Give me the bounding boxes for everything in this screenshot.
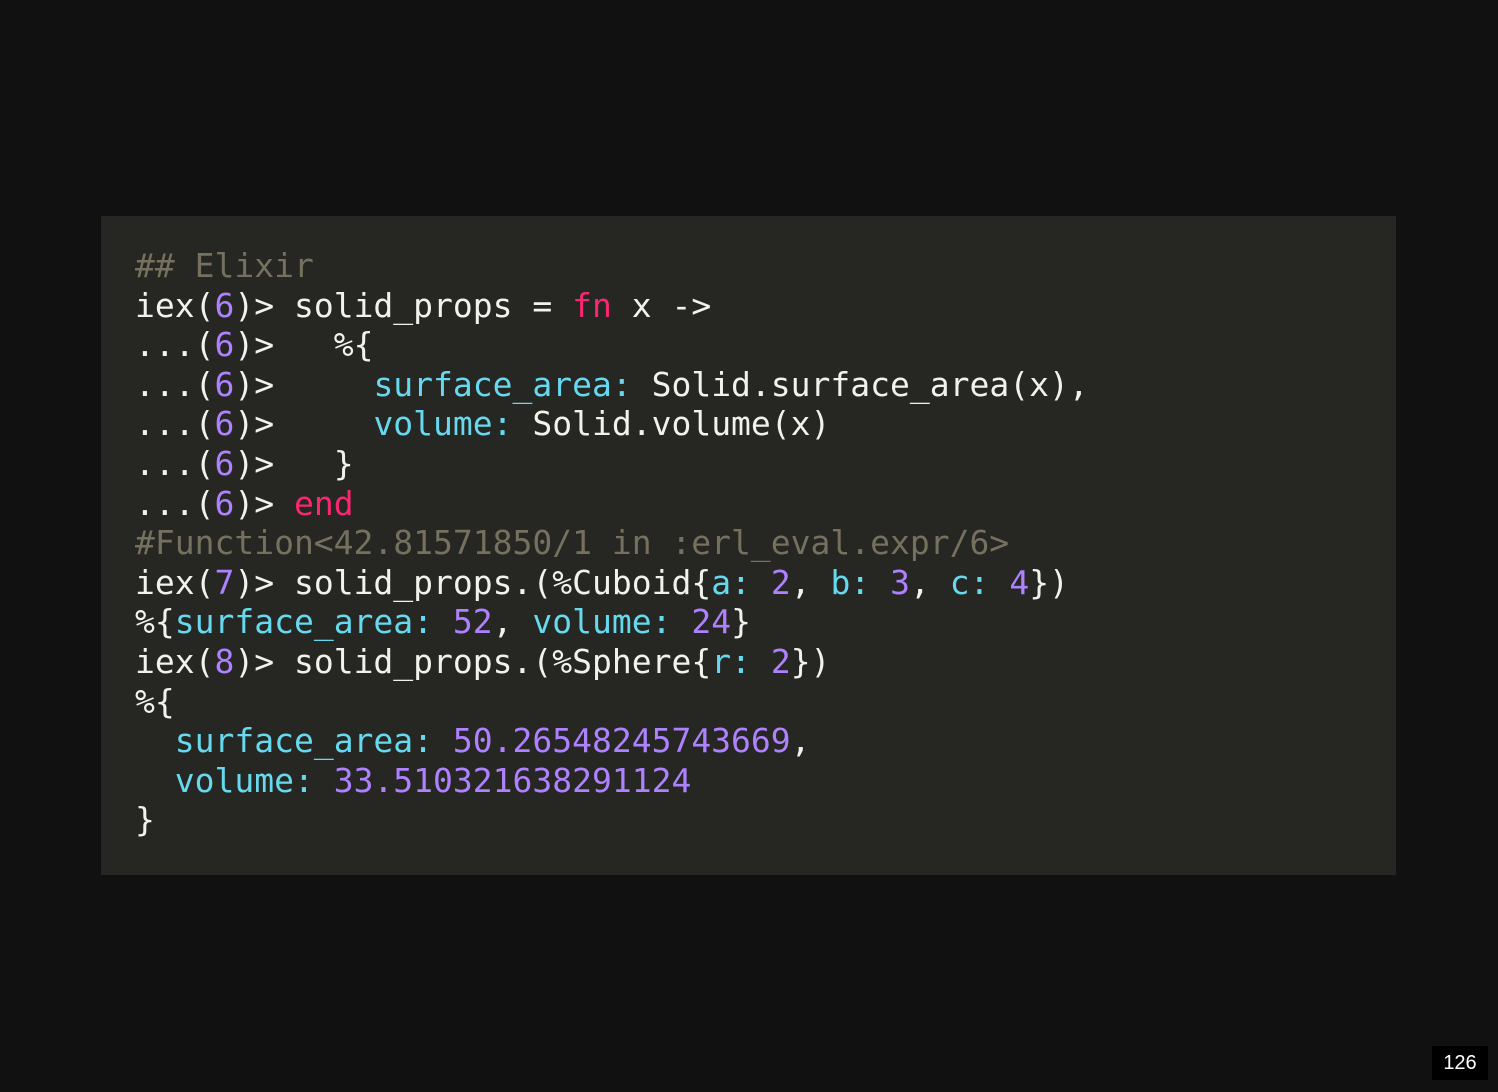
code-atom-key: volume:	[532, 602, 672, 642]
code-text: ...(	[135, 325, 215, 365]
code-text: iex(	[135, 641, 215, 681]
code-line: iex(6)> solid_props = fn x ->	[135, 286, 1396, 326]
code-text: )>	[234, 483, 294, 523]
code-keyword: end	[293, 483, 354, 523]
code-block: ## Elixir iex(6)> solid_props = fn x ->..…	[101, 216, 1396, 875]
code-number: 6	[214, 443, 235, 483]
code-text: }	[731, 602, 751, 642]
code-line: %{surface_area: 52, volume: 24}	[135, 602, 1396, 642]
code-line: }	[135, 800, 1396, 840]
code-line: ## Elixir	[135, 246, 1396, 286]
code-text: )> %{	[234, 325, 374, 365]
code-text: x ->	[611, 285, 712, 325]
code-text: )> solid_props.(%Cuboid{	[234, 562, 712, 602]
code-atom-key: volume:	[174, 760, 314, 800]
code-number: 2	[770, 562, 791, 602]
code-number: 6	[214, 364, 235, 404]
code-lines: ## Elixir iex(6)> solid_props = fn x ->..…	[135, 246, 1396, 840]
code-text: })	[1029, 562, 1069, 602]
code-number: 52	[452, 602, 493, 642]
code-text: %{	[135, 602, 175, 642]
code-atom-key: b:	[830, 562, 871, 602]
code-number: 6	[214, 483, 235, 523]
code-number: 8	[214, 641, 235, 681]
code-keyword: fn	[572, 285, 612, 325]
code-line: volume: 33.510321638291124	[135, 761, 1396, 801]
code-number: 3	[890, 562, 910, 602]
code-text: })	[790, 641, 831, 681]
code-number: 6	[214, 325, 235, 365]
code-text: ,	[790, 562, 831, 602]
code-text: Solid.volume(x)	[512, 404, 831, 444]
code-line: %{	[135, 682, 1396, 722]
code-line: ...(6)> surface_area: Solid.surface_area…	[135, 365, 1396, 405]
code-number: 33.510321638291124	[333, 760, 692, 800]
code-line: surface_area: 50.26548245743669,	[135, 721, 1396, 761]
code-atom-key: c:	[949, 562, 990, 602]
code-text: ...(	[135, 483, 215, 523]
code-text: ...(	[135, 443, 215, 483]
code-number: 24	[691, 602, 732, 642]
code-text: iex(	[135, 562, 215, 602]
code-line: ...(6)> }	[135, 444, 1396, 484]
code-line: ...(6)> %{	[135, 325, 1396, 365]
code-atom-key: surface_area:	[174, 721, 434, 761]
code-line: ...(6)> end	[135, 484, 1396, 524]
code-number: 6	[214, 404, 235, 444]
code-comment: #Function<42.81571850/1 in :erl_eval.exp…	[135, 523, 1010, 563]
code-text: )>	[234, 364, 374, 404]
code-text: )> solid_props.(%Sphere{	[234, 641, 712, 681]
code-number: 50.26548245743669	[452, 721, 791, 761]
page-number: 126	[1432, 1046, 1488, 1080]
code-number: 6	[214, 285, 235, 325]
code-line: #Function<42.81571850/1 in :erl_eval.exp…	[135, 523, 1396, 563]
code-text: ...(	[135, 364, 215, 404]
code-number: 7	[214, 562, 235, 602]
code-text: )>	[234, 404, 374, 444]
code-text: ,	[492, 602, 533, 642]
code-text: ,	[909, 562, 950, 602]
code-text: %{	[135, 681, 175, 721]
code-line: iex(8)> solid_props.(%Sphere{r: 2})	[135, 642, 1396, 682]
code-text: iex(	[135, 285, 215, 325]
code-atom-key: a:	[711, 562, 751, 602]
code-atom-key: surface_area:	[174, 602, 434, 642]
code-atom-key: r:	[711, 641, 751, 681]
code-text: )> }	[234, 443, 354, 483]
code-text: Solid.surface_area(x),	[631, 364, 1089, 404]
code-atom-key: volume:	[373, 404, 513, 444]
code-line: iex(7)> solid_props.(%Cuboid{a: 2, b: 3,…	[135, 563, 1396, 603]
code-number: 4	[1009, 562, 1030, 602]
code-text: )> solid_props =	[234, 285, 573, 325]
code-text: ...(	[135, 404, 215, 444]
code-atom-key: surface_area:	[373, 364, 632, 404]
code-comment: ## Elixir	[135, 246, 314, 285]
code-text: ,	[790, 721, 811, 761]
code-text: }	[135, 800, 155, 840]
code-number: 2	[770, 641, 791, 681]
code-line: ...(6)> volume: Solid.volume(x)	[135, 404, 1396, 444]
